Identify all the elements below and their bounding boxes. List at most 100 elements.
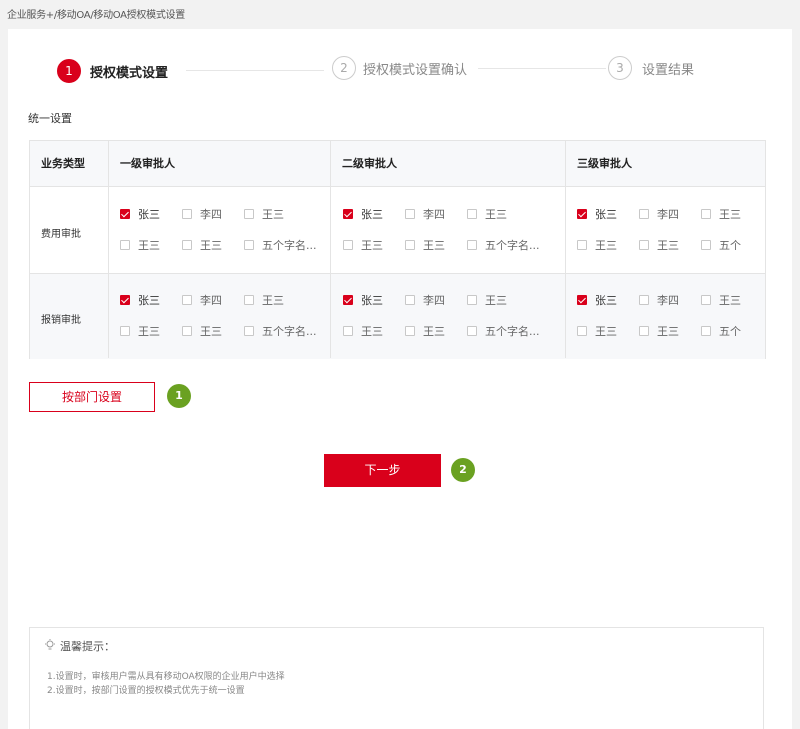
- checkbox-box[interactable]: [467, 240, 477, 250]
- check-icon[interactable]: [343, 295, 353, 305]
- checkbox-box[interactable]: [577, 240, 587, 250]
- checkbox-box[interactable]: [182, 209, 192, 219]
- checkbox-box[interactable]: [639, 209, 649, 219]
- approver-name: 王三: [361, 325, 383, 338]
- approver-name: 王三: [262, 294, 284, 307]
- lightbulb-icon: [44, 638, 60, 654]
- checkbox-box[interactable]: [467, 295, 477, 305]
- header-business-type: 业务类型: [30, 141, 109, 187]
- breadcrumb-item-current: 移动OA授权模式设置: [93, 10, 185, 21]
- approver-checkbox[interactable]: 李四: [405, 206, 445, 222]
- by-department-button[interactable]: 按部门设置: [29, 382, 155, 412]
- checkbox-box[interactable]: [244, 295, 254, 305]
- checkbox-box[interactable]: [182, 295, 192, 305]
- checkbox-box[interactable]: [343, 326, 353, 336]
- approver-checkbox[interactable]: 张三: [577, 206, 617, 222]
- next-step-button[interactable]: 下一步: [324, 454, 441, 487]
- checkbox-box[interactable]: [244, 240, 254, 250]
- approver-checkbox[interactable]: 张三: [343, 292, 383, 308]
- approver-checkbox[interactable]: 王三: [701, 206, 741, 222]
- tips-box: 温馨提示： 1.设置时，审核用户需从具有移动OA权限的企业用户中选择 2.设置时…: [29, 627, 764, 729]
- checkbox-box[interactable]: [701, 326, 711, 336]
- approver-checkbox[interactable]: 王三: [182, 237, 222, 253]
- approver-checkbox[interactable]: 张三: [343, 206, 383, 222]
- checkbox-box[interactable]: [467, 209, 477, 219]
- checkbox-box[interactable]: [343, 240, 353, 250]
- approver-checkbox[interactable]: 王三: [577, 237, 617, 253]
- checkbox-box[interactable]: [701, 240, 711, 250]
- checkbox-box[interactable]: [701, 295, 711, 305]
- approver-checkbox[interactable]: 五个: [701, 323, 741, 339]
- checkbox-box[interactable]: [639, 326, 649, 336]
- checkbox-box[interactable]: [182, 240, 192, 250]
- approver-name: 张三: [138, 294, 160, 307]
- approver-checkbox[interactable]: 王三: [577, 323, 617, 339]
- checkbox-box[interactable]: [405, 240, 415, 250]
- approver-checkbox[interactable]: 王三: [343, 323, 383, 339]
- main-panel: 1 授权模式设置 2 授权模式设置确认 3 设置结果 统一设置 业务类型 一级审…: [8, 29, 792, 729]
- approver-checkbox[interactable]: 王三: [467, 292, 507, 308]
- approver-checkbox[interactable]: 李四: [639, 292, 679, 308]
- step-2-number: 2: [332, 56, 356, 80]
- step-connector: [186, 70, 324, 71]
- approver-checkbox[interactable]: 王三: [182, 323, 222, 339]
- checkbox-box[interactable]: [182, 326, 192, 336]
- approver-checkbox[interactable]: 王三: [244, 292, 284, 308]
- approver-checkbox[interactable]: 王三: [343, 237, 383, 253]
- checkbox-box[interactable]: [467, 326, 477, 336]
- checkbox-box[interactable]: [639, 295, 649, 305]
- approver-name: 五个字名...: [485, 239, 540, 252]
- checkbox-box[interactable]: [405, 295, 415, 305]
- approver-checkbox[interactable]: 五个字名...: [244, 237, 317, 253]
- checkbox-box[interactable]: [639, 240, 649, 250]
- checkbox-box[interactable]: [701, 209, 711, 219]
- header-level-2: 二级审批人: [331, 141, 566, 187]
- approver-checkbox[interactable]: 王三: [120, 237, 160, 253]
- checkbox-box[interactable]: [577, 326, 587, 336]
- approver-checkbox[interactable]: 李四: [639, 206, 679, 222]
- approver-checkbox[interactable]: 李四: [182, 292, 222, 308]
- approver-checkbox[interactable]: 王三: [639, 237, 679, 253]
- approver-name: 李四: [200, 208, 222, 221]
- approver-checkbox[interactable]: 五个: [701, 237, 741, 253]
- check-icon[interactable]: [577, 295, 587, 305]
- approver-checkbox[interactable]: 王三: [701, 292, 741, 308]
- approver-checkbox[interactable]: 王三: [405, 323, 445, 339]
- approver-name: 王三: [262, 208, 284, 221]
- checkbox-box[interactable]: [405, 209, 415, 219]
- approver-checkbox[interactable]: 五个字名...: [467, 237, 540, 253]
- approver-checkbox[interactable]: 李四: [405, 292, 445, 308]
- approver-checkbox[interactable]: 王三: [467, 206, 507, 222]
- breadcrumb-item-enterprise[interactable]: 企业服务+: [7, 10, 54, 21]
- approver-name: 张三: [595, 294, 617, 307]
- approver-checkbox[interactable]: 张三: [120, 292, 160, 308]
- check-icon[interactable]: [577, 209, 587, 219]
- checkbox-box[interactable]: [120, 326, 130, 336]
- check-icon[interactable]: [120, 209, 130, 219]
- approver-name: 张三: [361, 208, 383, 221]
- approver-name: 五个字名...: [485, 325, 540, 338]
- approver-checkbox[interactable]: 张三: [577, 292, 617, 308]
- checkbox-box[interactable]: [405, 326, 415, 336]
- approver-name: 王三: [485, 294, 507, 307]
- check-icon[interactable]: [120, 295, 130, 305]
- approver-name: 王三: [138, 325, 160, 338]
- tip-line-2: 2.设置时，按部门设置的授权模式优先于统一设置: [47, 686, 245, 696]
- approver-checkbox[interactable]: 五个字名...: [467, 323, 540, 339]
- approver-checkbox[interactable]: 王三: [120, 323, 160, 339]
- approver-checkbox[interactable]: 王三: [244, 206, 284, 222]
- approver-checkbox[interactable]: 王三: [405, 237, 445, 253]
- step-1-number: 1: [57, 59, 81, 83]
- approver-checkbox[interactable]: 五个字名...: [244, 323, 317, 339]
- approver-checkbox[interactable]: 张三: [120, 206, 160, 222]
- approver-name: 王三: [595, 239, 617, 252]
- checkbox-box[interactable]: [120, 240, 130, 250]
- approver-checkbox[interactable]: 李四: [182, 206, 222, 222]
- table-row-bg: [30, 273, 765, 359]
- row-divider: [30, 273, 765, 274]
- breadcrumb-item-mobile-oa[interactable]: 移动OA: [57, 10, 91, 21]
- checkbox-box[interactable]: [244, 209, 254, 219]
- check-icon[interactable]: [343, 209, 353, 219]
- approver-checkbox[interactable]: 王三: [639, 323, 679, 339]
- checkbox-box[interactable]: [244, 326, 254, 336]
